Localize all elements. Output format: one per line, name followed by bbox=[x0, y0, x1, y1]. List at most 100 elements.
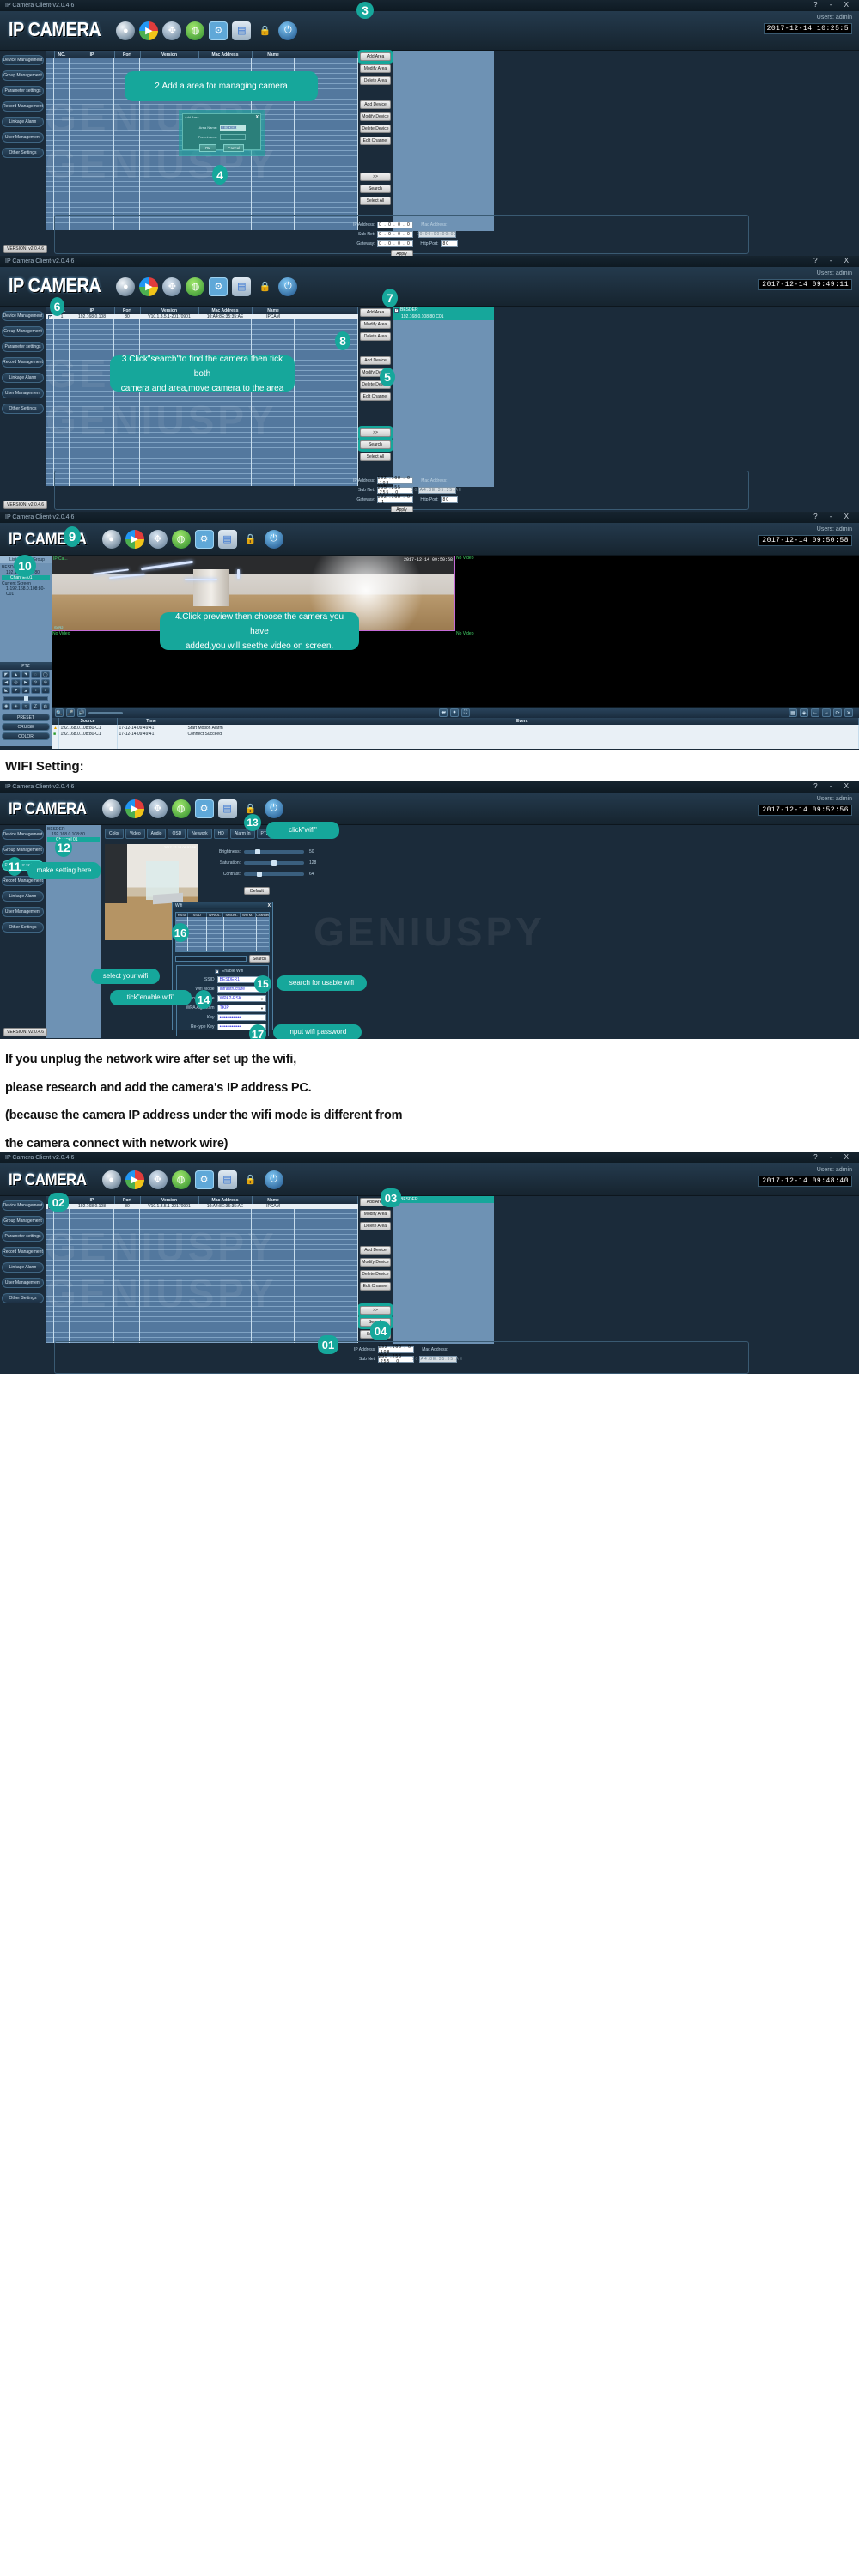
ptz-icon[interactable]: ✥ bbox=[148, 1170, 168, 1189]
apply-button[interactable]: Apply bbox=[390, 250, 413, 256]
refresh-icon[interactable]: ⟳ bbox=[833, 708, 842, 717]
tree-item-channel[interactable]: Channel 01 bbox=[47, 837, 100, 842]
search-button[interactable]: Search bbox=[360, 185, 391, 193]
col-event[interactable]: Event bbox=[186, 718, 859, 725]
modify-area-button[interactable]: Modify Area bbox=[360, 1210, 391, 1218]
ptz-down-icon[interactable]: ▼ bbox=[11, 687, 21, 694]
playback-icon[interactable]: ▶ bbox=[139, 21, 159, 40]
sidebar-item-group-management[interactable]: Group Management bbox=[2, 326, 44, 337]
saturation-slider[interactable] bbox=[244, 860, 304, 866]
col-version[interactable]: Version bbox=[140, 51, 199, 58]
apply-button-2[interactable]: Apply bbox=[390, 506, 413, 512]
col-source[interactable]: Source bbox=[58, 718, 118, 725]
parent-area-input[interactable] bbox=[220, 134, 246, 140]
key-input[interactable]: •••••••••••••• bbox=[216, 1014, 266, 1021]
area-tree-panel[interactable] bbox=[393, 51, 494, 231]
ptz-down-left-icon[interactable]: ◣ bbox=[2, 687, 11, 694]
sidebar-item-other-settings[interactable]: Other Settings bbox=[2, 1293, 44, 1303]
camera-icon[interactable]: ● bbox=[101, 799, 121, 818]
zoom-icon[interactable]: 🔍 bbox=[55, 708, 64, 717]
move-right-button[interactable]: >> bbox=[360, 173, 391, 181]
sidebar-item-linkage-alarm[interactable]: Linkage Alarm bbox=[2, 117, 44, 127]
ip-address-input-5[interactable]: 192 .168 . 0 .108 bbox=[377, 1345, 414, 1355]
log-icon[interactable]: ▤ bbox=[232, 276, 252, 296]
sidebar-item-device-management[interactable]: Device Management bbox=[2, 1200, 44, 1211]
delete-area-button[interactable]: Delete Area bbox=[360, 76, 391, 85]
col-ip[interactable]: IP bbox=[70, 1196, 115, 1204]
col-mac[interactable]: Mac Address bbox=[198, 307, 253, 314]
ok-button[interactable]: OK bbox=[198, 144, 217, 152]
wifi-ap-list[interactable]: RSSI SSID WPA A.. Securit.. Wifi M.. Cha… bbox=[175, 912, 270, 952]
ptz-home-icon[interactable]: ◎ bbox=[11, 679, 21, 686]
sidebar-item-record-management[interactable]: Record Management bbox=[2, 357, 44, 368]
modify-device-button[interactable]: Modify Device bbox=[360, 112, 391, 121]
add-device-button[interactable]: Add Device bbox=[360, 100, 391, 109]
col-ip[interactable]: IP bbox=[70, 307, 115, 314]
wpa-algorithm-select[interactable]: TKIP bbox=[216, 1005, 266, 1012]
sidebar-item-user-management[interactable]: User Management bbox=[2, 907, 44, 917]
mic-icon[interactable]: 🎤 bbox=[66, 708, 75, 717]
ptz-icon[interactable]: ✥ bbox=[148, 799, 168, 818]
modify-area-button[interactable]: Modify Area bbox=[360, 320, 391, 329]
record-icon[interactable]: ⏺ bbox=[450, 708, 459, 717]
playback-icon[interactable]: ▶ bbox=[125, 1170, 144, 1189]
delete-device-button[interactable]: Delete Device bbox=[360, 1270, 391, 1279]
sub-net-input[interactable]: 0 . 0 . 0 . 0 bbox=[376, 231, 413, 238]
ptz-auto-icon[interactable]: ◌ bbox=[31, 671, 40, 678]
tab-network[interactable]: Network bbox=[187, 829, 212, 839]
log-icon[interactable]: ▤ bbox=[232, 21, 252, 40]
gateway-input[interactable]: 0 . 0 . 0 . 0 bbox=[376, 240, 413, 247]
close-all-icon[interactable]: ✕ bbox=[844, 708, 853, 717]
tab-color[interactable]: Color bbox=[105, 829, 124, 839]
tab-osd[interactable]: OSD bbox=[168, 829, 186, 839]
contrast-slider[interactable] bbox=[244, 872, 304, 877]
sub-net-input-5[interactable]: 255 .255 .255 . 0 bbox=[377, 1354, 414, 1364]
device-table-body-2[interactable]: 1 192.168.0.108 80 V10.1.3.5.1-20170901 … bbox=[46, 314, 358, 486]
camera-icon[interactable]: ● bbox=[116, 21, 136, 40]
tree-item-area[interactable]: BESDER bbox=[393, 1196, 494, 1203]
col-name[interactable]: Name bbox=[252, 51, 295, 58]
sidebar-item-linkage-alarm[interactable]: Linkage Alarm bbox=[2, 891, 44, 902]
ptz-right-icon[interactable]: ▶ bbox=[21, 679, 31, 686]
area-tree-panel-2[interactable]: BESDER 192.168.0.108:80 C01 bbox=[393, 307, 494, 487]
http-port-input-2[interactable]: 80 bbox=[440, 496, 458, 503]
area-tree-panel-5[interactable]: BESDER bbox=[393, 1196, 494, 1344]
sidebar-item-other-settings[interactable]: Other Settings bbox=[2, 922, 44, 933]
lock-icon[interactable]: 🔒 bbox=[241, 1170, 260, 1189]
next-page-icon[interactable]: → bbox=[822, 708, 831, 717]
tree-item-device[interactable]: 192.168.0.108:80 C01 bbox=[393, 313, 494, 320]
volume-icon[interactable]: 🔊 bbox=[77, 708, 86, 717]
sidebar-item-other-settings[interactable]: Other Settings bbox=[2, 404, 44, 414]
default-button[interactable]: Default bbox=[244, 887, 270, 895]
cruise-button[interactable]: CRUISE bbox=[2, 723, 50, 731]
ptz-zoom-icon[interactable]: Z bbox=[31, 703, 40, 710]
sidebar-item-device-management[interactable]: Device Management bbox=[2, 829, 44, 840]
http-port-input[interactable]: 80 bbox=[440, 240, 458, 247]
col-ip[interactable]: IP bbox=[70, 51, 115, 58]
playback-icon[interactable]: ▶ bbox=[139, 276, 159, 296]
sidebar-item-user-management[interactable]: User Management bbox=[2, 1278, 44, 1288]
window-controls[interactable]: ? - X bbox=[813, 1, 854, 9]
window-controls-5[interactable]: ? - X bbox=[813, 1153, 854, 1161]
event-row[interactable]: ■ 192.168.0.108:80-C1 17-12-14 09:49:41 … bbox=[52, 731, 859, 737]
prev-page-icon[interactable]: ← bbox=[811, 708, 819, 717]
settings-icon[interactable]: ⚙ bbox=[194, 799, 214, 818]
table-row[interactable]: 1 192.168.0.108 80 V10.1.3.5.1-20170901 … bbox=[46, 314, 358, 319]
camera-icon[interactable]: ● bbox=[101, 1170, 121, 1189]
tab-audio[interactable]: Audio bbox=[146, 829, 167, 839]
sidebar-item-user-management[interactable]: User Management bbox=[2, 132, 44, 143]
col-version[interactable]: Version bbox=[140, 1196, 199, 1204]
tree-checkbox[interactable] bbox=[394, 307, 399, 313]
lock-icon[interactable]: 🔒 bbox=[255, 277, 274, 296]
sidebar-item-device-management[interactable]: Device Management bbox=[2, 55, 44, 65]
row-checkbox[interactable] bbox=[47, 314, 52, 319]
sidebar-item-linkage-alarm[interactable]: Linkage Alarm bbox=[2, 1262, 44, 1273]
col-version[interactable]: Version bbox=[140, 307, 199, 314]
sidebar-item-user-management[interactable]: User Management bbox=[2, 388, 44, 398]
edit-channel-button[interactable]: Edit Channel bbox=[360, 392, 391, 401]
volume-slider[interactable] bbox=[88, 711, 123, 714]
select-all-button[interactable]: Select All bbox=[360, 197, 391, 205]
cancel-button[interactable]: Cancel bbox=[223, 144, 245, 152]
fullscreen-icon[interactable]: ⛶ bbox=[461, 708, 470, 717]
add-area-button[interactable]: Add Area bbox=[360, 308, 391, 317]
